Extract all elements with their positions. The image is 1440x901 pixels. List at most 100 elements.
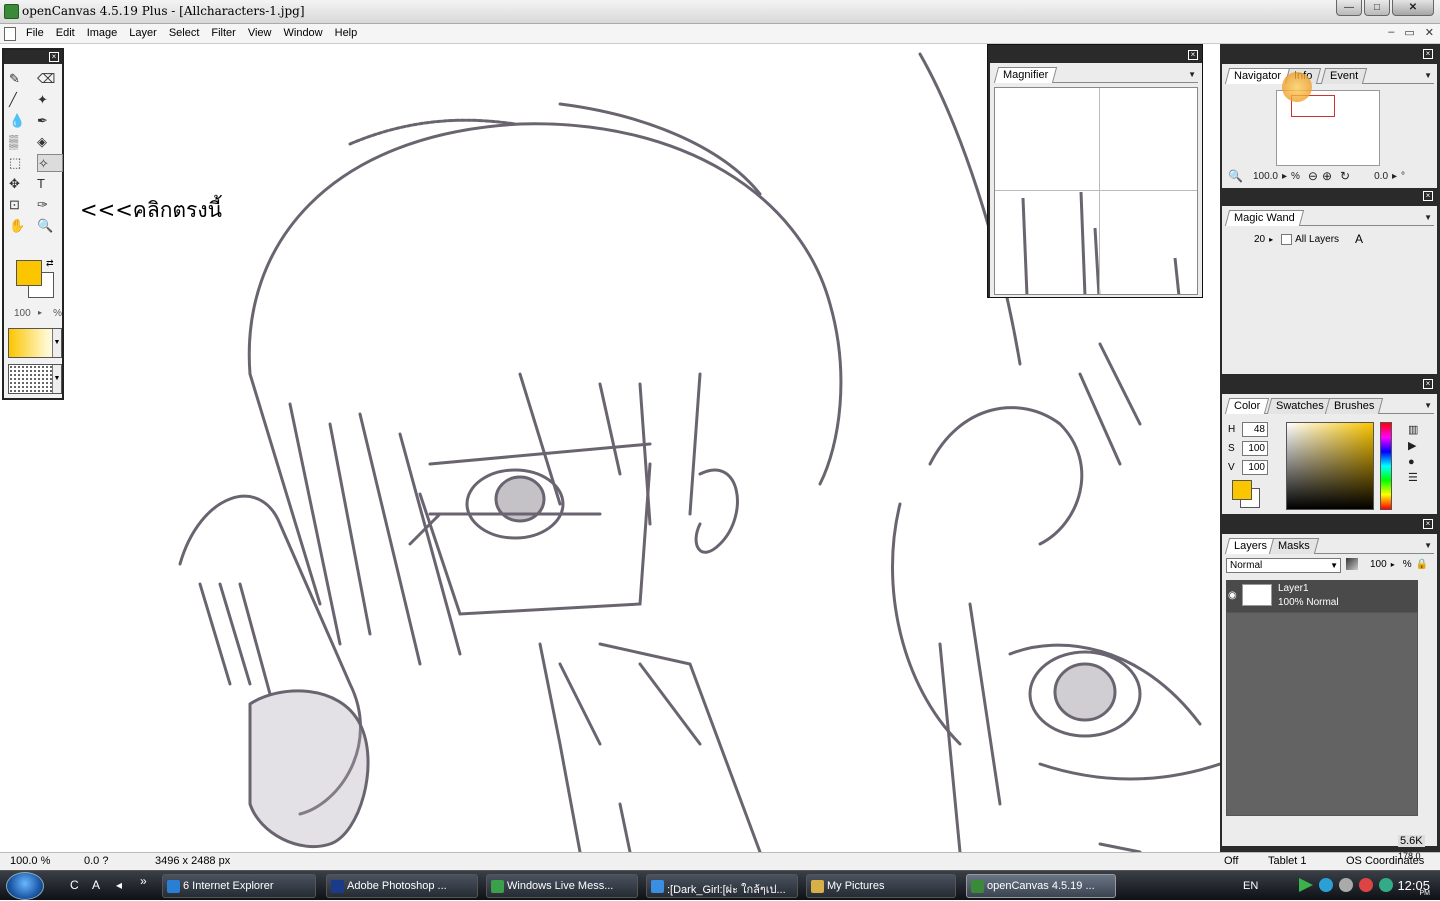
quicklaunch-a-icon[interactable]: A: [92, 878, 100, 892]
start-button[interactable]: [6, 872, 44, 900]
close-icon[interactable]: ×: [1423, 49, 1433, 59]
nav-rotation-value[interactable]: 0.0: [1374, 171, 1388, 182]
zoom-in-icon[interactable]: ⊖: [1308, 169, 1318, 183]
zoom-tool-icon[interactable]: 🔍: [37, 217, 63, 235]
close-icon[interactable]: ×: [1188, 50, 1198, 60]
chevron-down-icon[interactable]: ▼: [1188, 70, 1196, 79]
menu-window[interactable]: Window: [284, 27, 323, 39]
play-icon[interactable]: [1299, 878, 1313, 892]
chevron-down-icon[interactable]: ▼: [1424, 213, 1432, 222]
swap-colors-icon[interactable]: ⇄: [46, 258, 54, 269]
hand-tool-icon[interactable]: ✋: [9, 217, 35, 235]
doc-restore-button[interactable]: ▭: [1404, 26, 1414, 39]
sparkle-brush-icon[interactable]: ✦: [37, 91, 63, 109]
saturation-value-picker[interactable]: [1286, 422, 1374, 510]
menu-image[interactable]: Image: [87, 27, 118, 39]
menu-icon[interactable]: ☰: [1408, 470, 1418, 486]
menu-layer[interactable]: Layer: [129, 27, 157, 39]
arrow-right-icon[interactable]: ▸: [1392, 171, 1397, 182]
taskbar-chat-window[interactable]: :[Dark_Girl:[ผ่ะ ใกล้ๆเป...: [646, 874, 798, 898]
menu-edit[interactable]: Edit: [56, 27, 75, 39]
hue-slider[interactable]: [1380, 422, 1392, 510]
tab-brushes[interactable]: Brushes: [1324, 398, 1384, 414]
menu-view[interactable]: View: [248, 27, 272, 39]
chevron-down-icon[interactable]: ▼: [52, 365, 61, 393]
taskbar-photoshop[interactable]: Adobe Photoshop ...: [326, 874, 478, 898]
crop-tool-icon[interactable]: ⊡: [9, 196, 35, 214]
texture-selector[interactable]: ▼: [8, 364, 62, 394]
close-button[interactable]: ✕: [1392, 0, 1434, 16]
chevron-down-icon[interactable]: ▼: [1330, 559, 1338, 572]
doc-close-button[interactable]: ✕: [1425, 26, 1434, 39]
pencil-tool-icon[interactable]: ✎: [9, 70, 35, 88]
color-mode-icon[interactable]: ▥: [1408, 422, 1418, 438]
fill-bucket-icon[interactable]: ◈: [37, 133, 63, 151]
eyedropper-icon[interactable]: ✑: [37, 196, 63, 214]
document-icon[interactable]: [4, 27, 16, 41]
menu-help[interactable]: Help: [335, 27, 358, 39]
eraser-tool-icon[interactable]: ⌫: [37, 70, 63, 88]
tab-magnifier[interactable]: Magnifier: [993, 67, 1058, 83]
doc-minimize-button[interactable]: –: [1388, 26, 1394, 39]
tab-masks[interactable]: Masks: [1268, 538, 1319, 554]
taskbar-live-messenger[interactable]: Windows Live Mess...: [486, 874, 638, 898]
chevron-down-icon[interactable]: ▼: [1424, 401, 1432, 410]
move-tool-icon[interactable]: ✥: [9, 175, 35, 193]
quicklaunch-more-icon[interactable]: »: [140, 874, 147, 888]
arrow-right-icon[interactable]: ▸: [1269, 235, 1273, 244]
tab-navigator[interactable]: Navigator: [1224, 68, 1291, 84]
gradient-selector[interactable]: ▼: [8, 328, 62, 358]
arrow-right-icon[interactable]: ▸: [38, 308, 42, 317]
text-tool-icon[interactable]: T: [37, 175, 63, 193]
magic-wand-icon[interactable]: ✧: [37, 154, 63, 172]
minimize-button[interactable]: —: [1336, 0, 1362, 16]
rotate-icon[interactable]: ↻: [1340, 169, 1350, 183]
close-icon[interactable]: ×: [1423, 379, 1433, 389]
taskbar-my-pictures[interactable]: My Pictures: [806, 874, 956, 898]
close-icon[interactable]: ×: [1423, 191, 1433, 201]
tolerance-value[interactable]: 20: [1254, 234, 1265, 245]
value-field[interactable]: 100: [1242, 460, 1268, 475]
network-icon[interactable]: [1319, 878, 1333, 892]
quicklaunch-chrome-icon[interactable]: C: [70, 878, 79, 892]
close-icon[interactable]: ×: [49, 52, 59, 62]
antialias-icon[interactable]: A: [1355, 232, 1363, 246]
volume-icon[interactable]: [1339, 878, 1353, 892]
ink-pen-icon[interactable]: ✒: [37, 112, 63, 130]
menu-select[interactable]: Select: [169, 27, 200, 39]
tool-opacity[interactable]: 100 ▸ %: [14, 308, 62, 319]
all-layers-checkbox[interactable]: [1281, 233, 1293, 245]
navigator-thumbnail[interactable]: [1276, 90, 1380, 166]
arrow-right-icon[interactable]: ▸: [1391, 560, 1395, 569]
lock-icon[interactable]: 🔒: [1416, 559, 1428, 570]
nav-zoom-value[interactable]: 100.0: [1253, 171, 1278, 182]
tab-event[interactable]: Event: [1320, 68, 1368, 84]
layer-list-area[interactable]: [1226, 612, 1418, 816]
security-icon[interactable]: [1359, 878, 1373, 892]
tab-magic-wand[interactable]: Magic Wand: [1224, 210, 1304, 226]
airbrush-icon[interactable]: ▒: [9, 133, 35, 151]
zoom-in-icon[interactable]: ⊕: [1322, 169, 1332, 183]
foreground-color-swatch[interactable]: [16, 260, 42, 286]
maximize-button[interactable]: □: [1364, 0, 1390, 16]
tool-palette-header[interactable]: ×: [4, 50, 62, 64]
blend-mode-select[interactable]: Normal ▼: [1226, 558, 1341, 573]
blur-drop-icon[interactable]: 💧: [9, 112, 35, 130]
chevron-down-icon[interactable]: ▼: [52, 329, 61, 357]
quicklaunch-back-icon[interactable]: ◂: [116, 878, 122, 892]
arrow-right-icon[interactable]: ▸: [1282, 171, 1287, 182]
chevron-down-icon[interactable]: ▼: [1424, 541, 1432, 550]
panel-foreground-swatch[interactable]: [1232, 480, 1252, 500]
close-icon[interactable]: ×: [1423, 519, 1433, 529]
rect-select-icon[interactable]: ⬚: [9, 154, 35, 172]
saturation-field[interactable]: 100: [1242, 441, 1268, 456]
play-icon[interactable]: ▶: [1408, 438, 1418, 454]
layer-opacity-value[interactable]: 100: [1370, 559, 1387, 570]
chevron-down-icon[interactable]: ▼: [1424, 71, 1432, 80]
layer-row[interactable]: ◉ Layer1 100% Normal: [1226, 580, 1418, 612]
menu-file[interactable]: File: [26, 27, 44, 39]
messenger-tray-icon[interactable]: [1379, 878, 1393, 892]
menu-filter[interactable]: Filter: [211, 27, 235, 39]
circle-icon[interactable]: ●: [1408, 454, 1418, 470]
tab-color[interactable]: Color: [1224, 398, 1270, 414]
